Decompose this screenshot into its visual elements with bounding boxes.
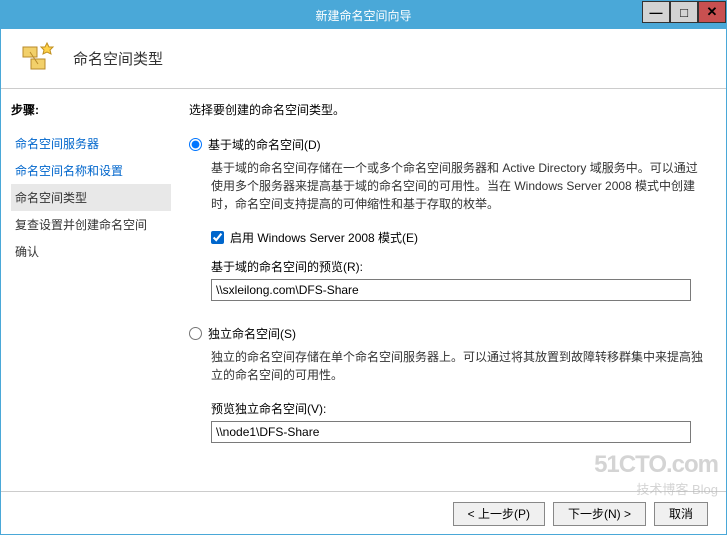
option-domain-row: 基于域的命名空间(D) [189,136,708,153]
page-title: 命名空间类型 [73,48,163,69]
standalone-preview-field[interactable] [211,421,691,443]
sidebar-item-server[interactable]: 命名空间服务器 [11,130,171,157]
sidebar-item-review[interactable]: 复查设置并创建命名空间 [11,211,171,238]
steps-sidebar: 步骤: 命名空间服务器 命名空间名称和设置 命名空间类型 复查设置并创建命名空间… [1,89,181,491]
window-title: 新建命名空间向导 [315,7,411,24]
option-domain-desc: 基于域的命名空间存储在一个或多个命名空间服务器和 Active Director… [211,159,708,213]
cancel-button[interactable]: 取消 [654,502,708,526]
next-button[interactable]: 下一步(N) > [553,502,646,526]
radio-domain-label: 基于域的命名空间(D) [208,136,321,153]
sidebar-item-name-settings[interactable]: 命名空间名称和设置 [11,157,171,184]
prev-button[interactable]: < 上一步(P) [453,502,545,526]
wizard-header: 命名空间类型 [1,29,726,89]
option-standalone-row: 独立命名空间(S) [189,325,708,342]
wizard-window: 新建命名空间向导 — □ ✕ 命名空间类型 步骤: 命名空间服务器 命名空间名称… [0,0,727,535]
close-button[interactable]: ✕ [698,1,726,23]
wizard-footer: < 上一步(P) 下一步(N) > 取消 [1,491,726,535]
radio-standalone[interactable] [189,327,202,340]
wizard-body: 步骤: 命名空间服务器 命名空间名称和设置 命名空间类型 复查设置并创建命名空间… [1,89,726,491]
radio-domain[interactable] [189,138,202,151]
minimize-button[interactable]: — [642,1,670,23]
domain-preview-field[interactable] [211,279,691,301]
wizard-icon [21,41,61,77]
domain-preview-label: 基于域的命名空间的预览(R): [211,258,708,275]
standalone-preview-label: 预览独立命名空间(V): [211,400,708,417]
window-controls: — □ ✕ [642,1,726,23]
radio-standalone-label: 独立命名空间(S) [208,325,296,342]
checkbox-2008mode[interactable] [211,231,224,244]
checkbox-2008mode-row: 启用 Windows Server 2008 模式(E) [211,229,708,246]
steps-heading: 步骤: [11,101,171,118]
option-standalone-desc: 独立的命名空间存储在单个命名空间服务器上。可以通过将其放置到故障转移群集中来提高… [211,348,708,384]
content-pane: 选择要创建的命名空间类型。 基于域的命名空间(D) 基于域的命名空间存储在一个或… [181,89,726,491]
intro-text: 选择要创建的命名空间类型。 [189,101,708,118]
maximize-button[interactable]: □ [670,1,698,23]
sidebar-item-confirm[interactable]: 确认 [11,238,171,265]
titlebar: 新建命名空间向导 — □ ✕ [1,1,726,29]
checkbox-2008mode-label: 启用 Windows Server 2008 模式(E) [230,229,418,246]
sidebar-item-type[interactable]: 命名空间类型 [11,184,171,211]
